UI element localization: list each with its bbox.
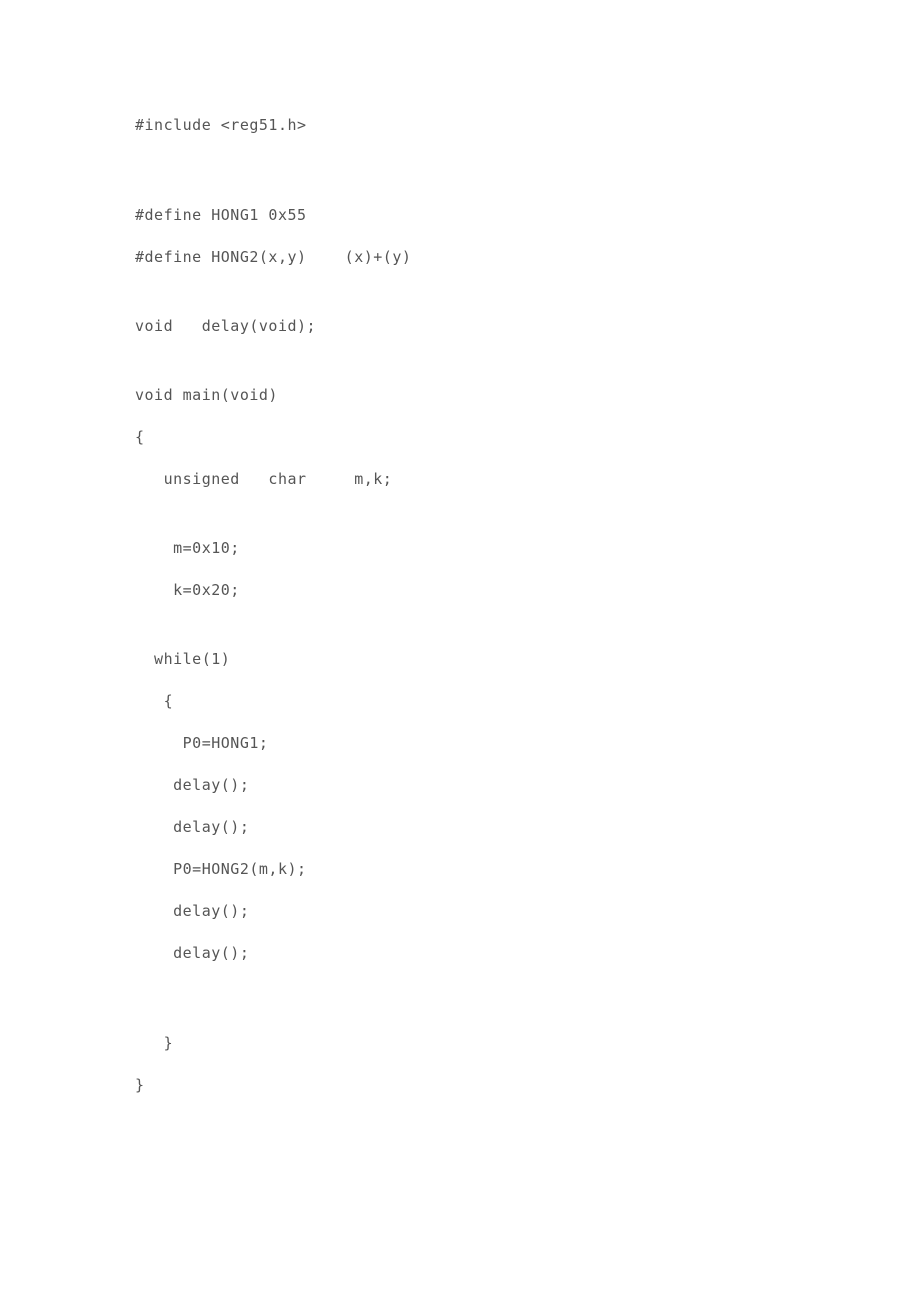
code-line-close-brace: } xyxy=(135,1075,920,1096)
code-line-delay4: delay(); xyxy=(135,943,920,964)
code-line-var-decl: unsigned char m,k; xyxy=(135,469,920,490)
code-line-main: void main(void) xyxy=(135,385,920,406)
blank-spacer xyxy=(135,1054,920,1075)
blank-spacer xyxy=(135,448,920,469)
code-line-k-assign: k=0x20; xyxy=(135,580,920,601)
blank-spacer xyxy=(135,1012,920,1033)
code-line-open-brace: { xyxy=(135,427,920,448)
blank-spacer xyxy=(135,184,920,205)
blank-spacer xyxy=(135,226,920,247)
code-line-delay3: delay(); xyxy=(135,901,920,922)
blank-spacer xyxy=(135,670,920,691)
blank-spacer xyxy=(135,880,920,901)
blank-spacer xyxy=(135,406,920,427)
blank-spacer xyxy=(135,754,920,775)
code-line-p0-hong1: P0=HONG1; xyxy=(135,733,920,754)
code-line-delay-decl: void delay(void); xyxy=(135,316,920,337)
blank-spacer xyxy=(135,337,920,385)
code-line-include: #include <reg51.h> xyxy=(135,115,920,136)
code-line-inner-open-brace: { xyxy=(135,691,920,712)
code-line-inner-close-brace: } xyxy=(135,1033,920,1054)
code-line-delay2: delay(); xyxy=(135,817,920,838)
blank-spacer xyxy=(135,922,920,943)
blank-spacer xyxy=(135,601,920,649)
code-line-p0-hong2: P0=HONG2(m,k); xyxy=(135,859,920,880)
code-line-delay1: delay(); xyxy=(135,775,920,796)
blank-spacer xyxy=(135,712,920,733)
code-line-while: while(1) xyxy=(135,649,920,670)
blank-spacer xyxy=(135,268,920,316)
code-line-define1: #define HONG1 0x55 xyxy=(135,205,920,226)
code-line-define2: #define HONG2(x,y) (x)+(y) xyxy=(135,247,920,268)
blank-spacer xyxy=(135,964,920,1012)
blank-spacer xyxy=(135,136,920,184)
blank-spacer xyxy=(135,838,920,859)
blank-spacer xyxy=(135,796,920,817)
blank-spacer xyxy=(135,490,920,538)
code-line-m-assign: m=0x10; xyxy=(135,538,920,559)
blank-spacer xyxy=(135,559,920,580)
